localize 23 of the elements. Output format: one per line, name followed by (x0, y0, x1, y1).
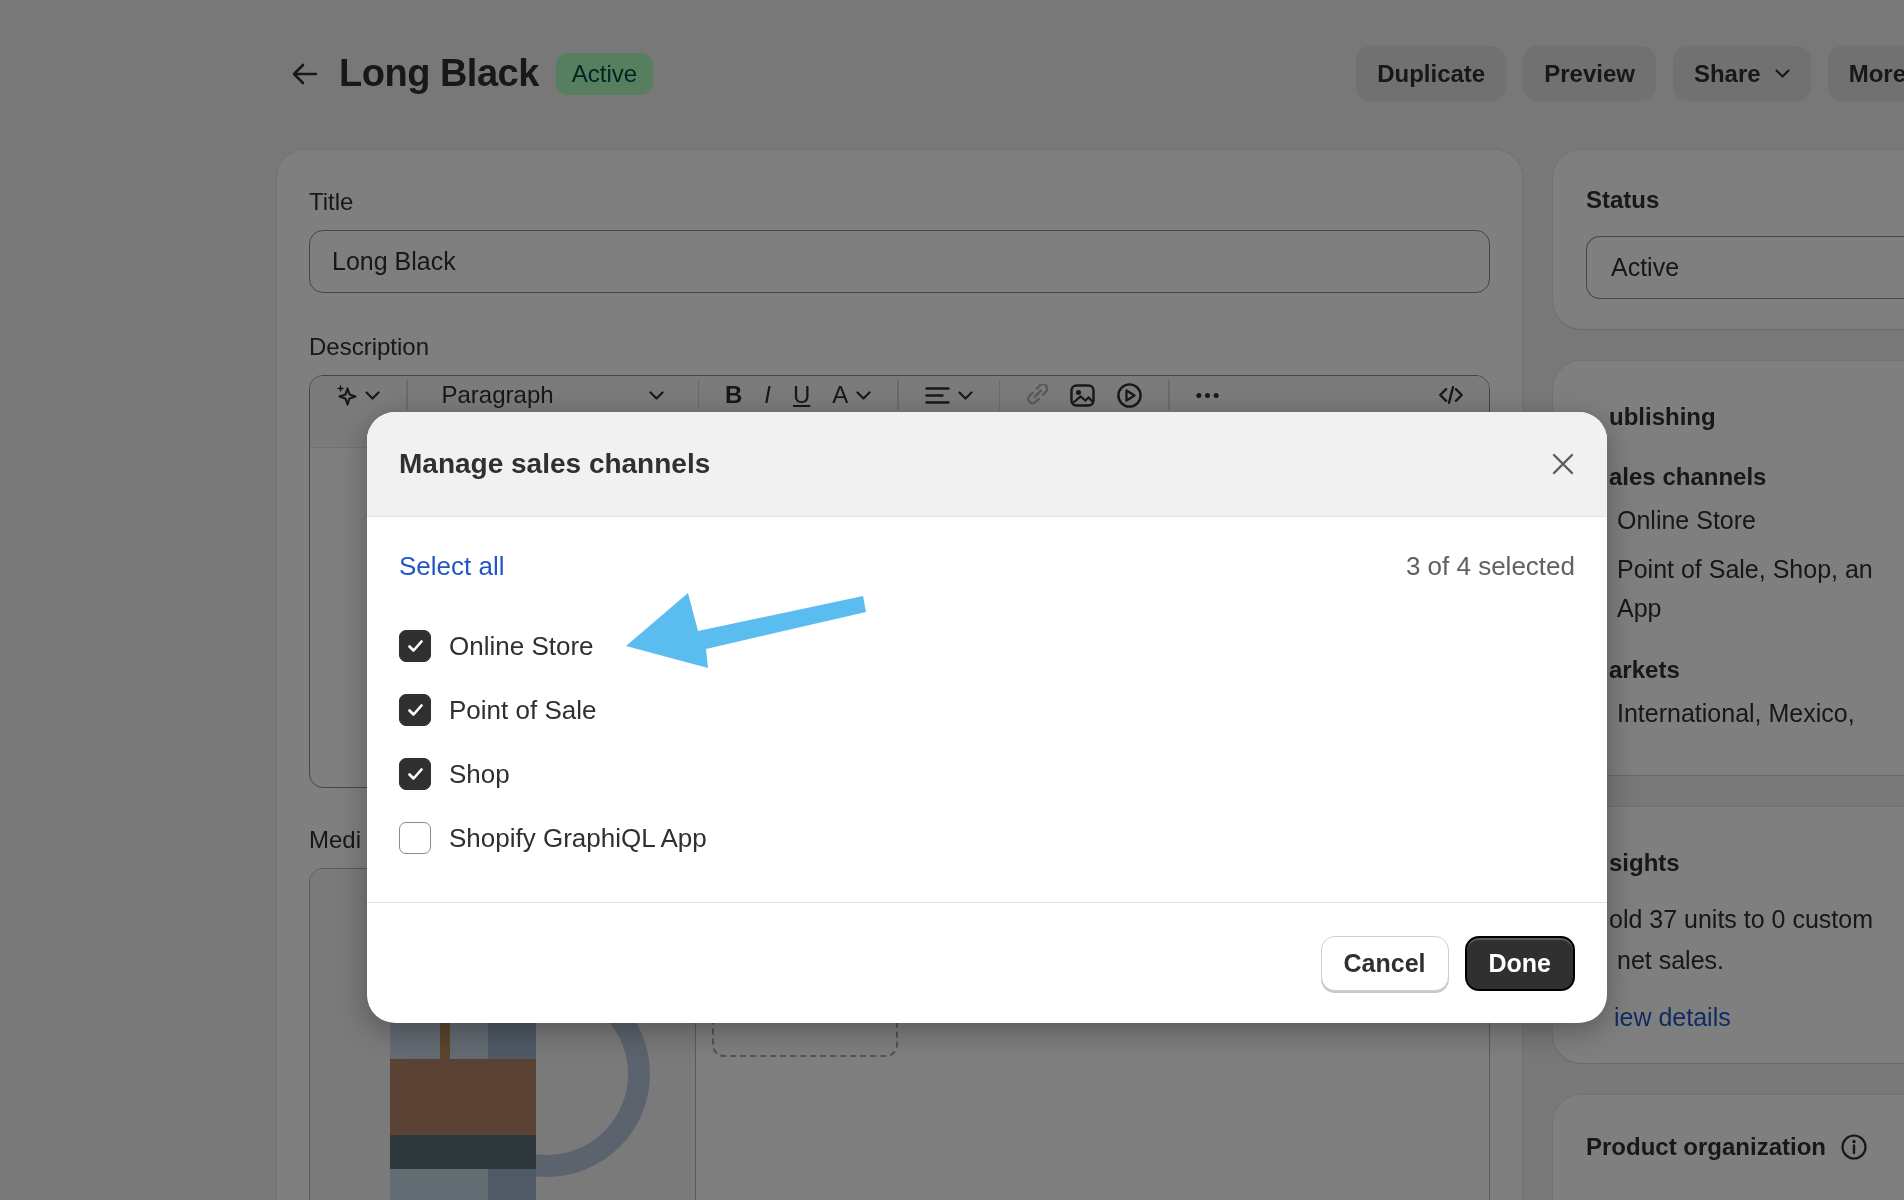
card-title: Product organization (1586, 1133, 1826, 1161)
section-label: Medi (309, 826, 362, 854)
checkbox-label: Point of Sale (449, 694, 597, 726)
checkbox-label: Shopify GraphiQL App (449, 822, 707, 854)
field-label: Title (309, 188, 355, 216)
checkbox-label: Shop (449, 758, 510, 790)
card-title: sights (1609, 849, 1681, 877)
section-heading: ales channels (1609, 463, 1768, 491)
dialog-title: Manage sales channels (399, 448, 711, 480)
channel-text: Online Store (1617, 505, 1757, 536)
channel-text: International, Mexico, (1617, 698, 1856, 729)
field-label: Description (309, 333, 431, 361)
insights-text: old 37 units to 0 custom (1609, 905, 1875, 934)
section-heading: arkets (1609, 656, 1681, 684)
channel-text: Point of Sale, Shop, an (1617, 554, 1874, 585)
page-title: Long Black (339, 52, 539, 95)
card-title: Status (1586, 186, 1661, 214)
selection-count: 3 of 4 selected (1405, 551, 1575, 582)
status-badge: Active (555, 52, 654, 95)
channel-text: App (1617, 593, 1663, 624)
insights-text: net sales. (1617, 946, 1725, 975)
checkbox-label: Online Store (449, 630, 594, 662)
card-title: ublishing (1609, 403, 1717, 431)
